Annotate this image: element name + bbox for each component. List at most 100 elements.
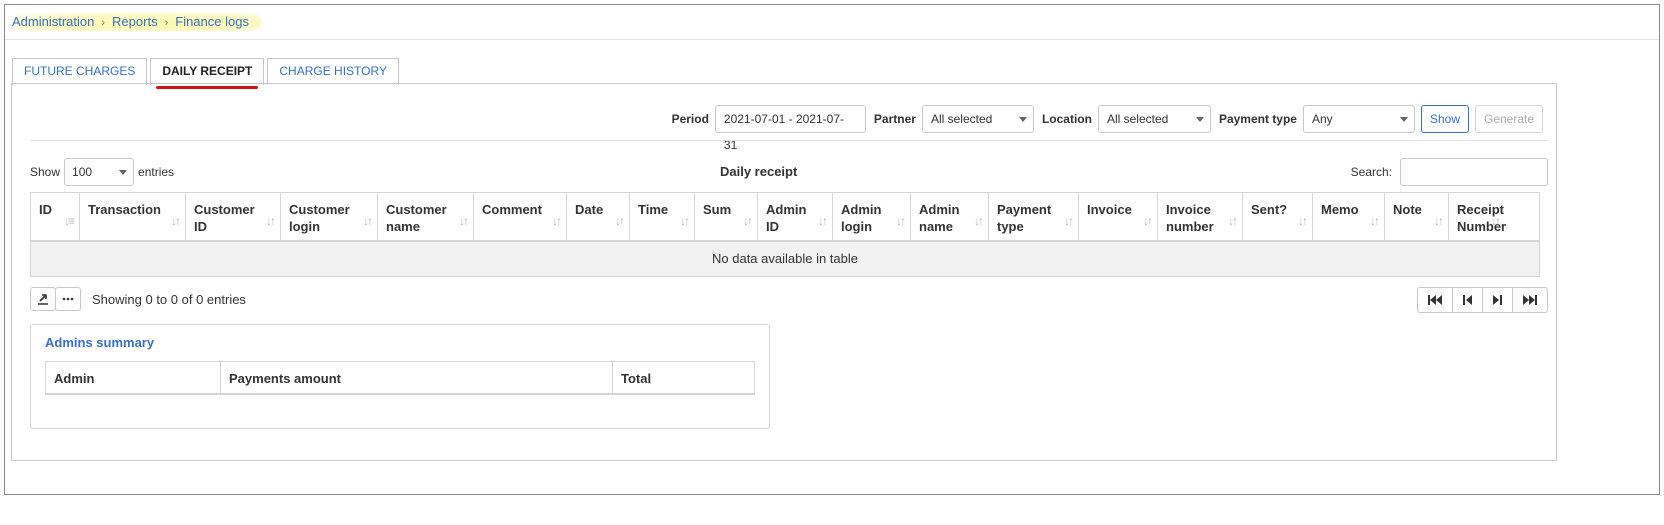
breadcrumb-separator: › <box>101 17 106 29</box>
table-info: Showing 0 to 0 of 0 entries <box>92 291 246 307</box>
sort-icon: ↓↑ <box>896 214 906 228</box>
previous-page-button[interactable] <box>1452 287 1483 313</box>
period-label: Period <box>671 112 709 126</box>
previous-page-icon <box>1463 295 1472 305</box>
column-header[interactable]: Customer login ↓↑ <box>281 193 378 240</box>
tab-daily-receipt[interactable]: DAILY RECEIPT <box>150 58 265 89</box>
sort-icon: ↓↑ <box>552 214 562 228</box>
sort-icon: ↓≡ <box>63 214 75 228</box>
column-header[interactable]: Sent? ↓↑ <box>1243 193 1313 240</box>
filter-bar: Period 2021-07-01 - 2021-07-31 Partner A… <box>664 105 1543 152</box>
summary-col-total: Total <box>621 371 652 386</box>
sort-icon: ↓↑ <box>1143 214 1153 228</box>
breadcrumb-reports[interactable]: Reports <box>112 14 158 29</box>
period-input[interactable]: 2021-07-01 - 2021-07-31 <box>714 105 866 152</box>
table-title: Daily receipt <box>720 164 798 179</box>
sort-icon: ↓↑ <box>1064 214 1074 228</box>
payment-type-value: Any <box>1311 112 1333 126</box>
tab-future-charges[interactable]: FUTURE CHARGES <box>12 58 148 85</box>
tab-charge-history[interactable]: CHARGE HISTORY <box>267 58 399 85</box>
column-header[interactable]: ID ↓≡ <box>31 193 80 240</box>
breadcrumb-highlight: Administration › Reports › Finance logs <box>12 13 261 31</box>
chevron-down-icon <box>119 170 128 175</box>
payment-type-select[interactable]: Any <box>1302 105 1415 133</box>
divider <box>30 140 1548 141</box>
sort-icon: ↓↑ <box>266 214 276 228</box>
partner-label: Partner <box>873 112 916 126</box>
partner-value: All selected <box>930 112 993 126</box>
column-header-label: ID <box>39 202 52 217</box>
search-label: Search: <box>1350 165 1392 179</box>
entries-per-page-select[interactable]: 100 <box>64 158 135 186</box>
length-suffix: entries <box>138 165 175 179</box>
generate-button[interactable]: Generate <box>1475 105 1543 133</box>
summary-col-payments-amount: Payments amount <box>221 362 613 393</box>
tab-daily-receipt-label: DAILY RECEIPT <box>162 64 253 78</box>
length-prefix: Show <box>30 165 61 179</box>
column-header[interactable]: Invoice number ↓↑ <box>1158 193 1243 240</box>
admins-summary-table: Admin Payments amount Total <box>45 361 755 395</box>
more-options-button[interactable] <box>55 287 81 311</box>
admins-summary-title[interactable]: Admins summary <box>45 335 154 350</box>
next-page-icon <box>1493 295 1502 305</box>
breadcrumb: Administration › Reports › Finance logs <box>5 5 1659 40</box>
breadcrumb-administration[interactable]: Administration <box>12 14 94 29</box>
column-header[interactable]: Receipt Number ↓↑ <box>1449 193 1506 240</box>
column-header[interactable]: Transaction ↓↑ <box>80 193 186 240</box>
sort-icon: ↓↑ <box>1370 214 1380 228</box>
sort-icon: ↓↑ <box>363 214 373 228</box>
location-value: All selected <box>1106 112 1169 126</box>
chevron-down-icon <box>1195 117 1204 122</box>
partner-select[interactable]: All selected <box>921 105 1034 133</box>
column-header[interactable]: Memo ↓↑ <box>1313 193 1385 240</box>
first-page-button[interactable] <box>1417 287 1453 313</box>
location-label: Location <box>1041 112 1092 126</box>
column-header[interactable]: Customer name ↓↑ <box>378 193 474 240</box>
column-header[interactable]: Sum ↓↑ <box>695 193 758 240</box>
daily-receipt-panel: Period 2021-07-01 - 2021-07-31 Partner A… <box>11 83 1557 461</box>
column-header[interactable]: Admin login ↓↑ <box>833 193 911 240</box>
payment-type-label: Payment type <box>1218 112 1297 126</box>
sort-icon: ↓↑ <box>680 214 690 228</box>
more-icon <box>62 297 74 301</box>
sort-icon: ↓↑ <box>459 214 469 228</box>
column-header[interactable]: Note ↓↑ <box>1385 193 1449 240</box>
show-button[interactable]: Show <box>1420 105 1469 133</box>
sort-icon: ↓↑ <box>1298 214 1308 228</box>
breadcrumb-current: Finance logs <box>175 14 249 29</box>
column-header[interactable]: Invoice ↓↑ <box>1079 193 1158 240</box>
column-header[interactable]: Admin ID ↓↑ <box>758 193 833 240</box>
last-page-button[interactable] <box>1512 287 1548 313</box>
sort-icon: ↓↑ <box>743 214 753 228</box>
sort-icon: ↓↑ <box>1228 214 1238 228</box>
pagination <box>1417 287 1548 313</box>
empty-table-message: No data available in table <box>30 242 1540 277</box>
column-header[interactable]: Customer ID ↓↑ <box>186 193 281 240</box>
sort-icon: ↓↑ <box>615 214 625 228</box>
sort-icon: ↓↑ <box>974 214 984 228</box>
column-header[interactable]: Admin name ↓↑ <box>911 193 989 240</box>
chevron-down-icon <box>1018 117 1027 122</box>
column-header[interactable]: Payment type ↓↑ <box>989 193 1079 240</box>
entries-per-page-value: 100 <box>72 165 93 179</box>
export-icon <box>38 294 48 305</box>
next-page-button[interactable] <box>1482 287 1513 313</box>
sort-icon: ↓↑ <box>818 214 828 228</box>
location-select[interactable]: All selected <box>1097 105 1211 133</box>
column-header[interactable]: Date ↓↑ <box>567 193 630 240</box>
table-length-control: Show 100 entries <box>30 158 174 186</box>
table-header: ID ↓≡ Transaction ↓↑ Customer ID ↓↑ Customer log… <box>30 192 1540 242</box>
chevron-down-icon <box>1399 117 1408 122</box>
first-page-icon <box>1428 295 1442 305</box>
export-button[interactable] <box>30 287 56 311</box>
tab-bar: FUTURE CHARGES DAILY RECEIPT CHARGE HIST… <box>12 58 402 89</box>
column-header[interactable]: Time ↓↑ <box>630 193 695 240</box>
sort-icon: ↓↑ <box>171 214 181 228</box>
sort-icon: ↓↑ <box>1491 214 1501 228</box>
table-footer: Showing 0 to 0 of 0 entries <box>30 287 246 311</box>
table-search: Search: <box>1351 158 1548 186</box>
daily-receipt-table: ID ↓≡ Transaction ↓↑ Customer ID ↓↑ Customer log… <box>30 192 1540 277</box>
search-input[interactable] <box>1400 158 1548 186</box>
breadcrumb-separator: › <box>164 17 169 29</box>
column-header[interactable]: Comment ↓↑ <box>474 193 567 240</box>
